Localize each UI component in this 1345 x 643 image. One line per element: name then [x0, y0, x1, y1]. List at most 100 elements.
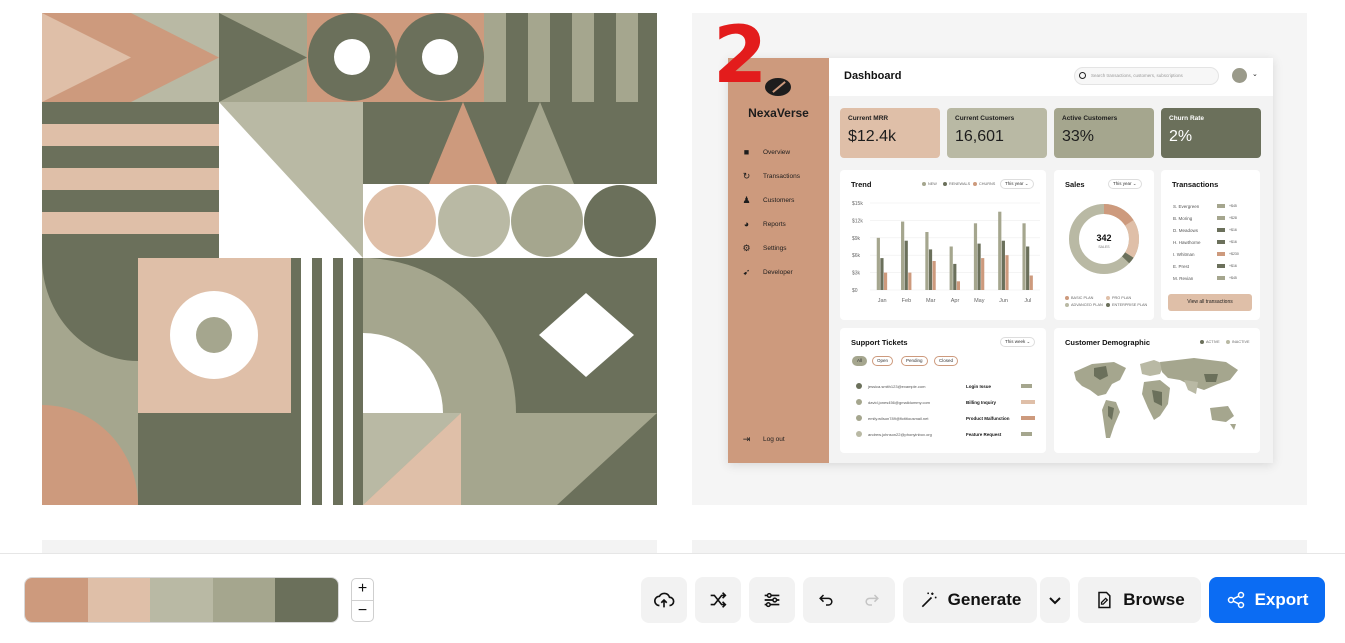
sidebar-item-transactions: ↻ Transactions: [742, 164, 800, 188]
trend-panel: Trend NEW RENEWALS CHURNS This year ⌄ $1…: [840, 170, 1046, 320]
chevron-down-icon: ⌄: [1252, 71, 1258, 78]
bar-churns-mar: [932, 261, 936, 290]
generate-label: Generate: [947, 590, 1022, 609]
app: NexaVerse ■ Overview ↻ Transactions ♟ Cu…: [0, 0, 1345, 643]
table-row: emily.wilson789@fictitiousmail.net Produc…: [856, 410, 1036, 426]
kpi-card-mrr: Current MRR $12.4k: [840, 108, 940, 158]
undo-icon: [819, 594, 833, 606]
refresh-icon: ↻: [742, 170, 751, 181]
list-item: M. Revian +$45: [1173, 275, 1237, 281]
transactions-list: S. Evergreen +$45 B. Moring +$28 D. Meadow…: [1173, 200, 1253, 284]
browse-button[interactable]: Browse: [1078, 577, 1201, 623]
customer-demographic-panel: Customer Demographic ACTIVE INACTIVE: [1054, 328, 1260, 453]
y-tick-label: $15k: [852, 201, 863, 207]
generate-button[interactable]: Generate: [903, 577, 1037, 623]
sidebar-item-developer: ➹ Developer: [742, 260, 800, 284]
palette-swatch[interactable]: [87, 578, 151, 622]
kpi-card-churn: Churn Rate 2%: [1161, 108, 1261, 158]
legend-inactive: INACTIVE: [1226, 340, 1250, 344]
x-tick-label: Jan: [878, 298, 887, 304]
export-label: Export: [1254, 590, 1309, 609]
sales-panel: Sales This year ⌄ 342 SALES BASIC PLAN P…: [1054, 170, 1154, 320]
dashboard-preview-card[interactable]: NexaVerse ■ Overview ↻ Transactions ♟ Cu…: [692, 13, 1307, 505]
color-palette[interactable]: [24, 577, 339, 623]
bar-renewals-may: [977, 243, 981, 290]
toolbar-divider: [0, 553, 1345, 554]
shuffle-button[interactable]: [695, 577, 741, 623]
upload-button[interactable]: [641, 577, 687, 623]
adjust-button[interactable]: [749, 577, 795, 623]
dashboard-sidebar: NexaVerse ■ Overview ↻ Transactions ♟ Cu…: [728, 58, 829, 463]
support-tickets-panel: Support Tickets This week ⌄ All Open Pen…: [840, 328, 1046, 453]
palette-swatch[interactable]: [150, 578, 213, 622]
list-item: I. Whitman +$230: [1173, 251, 1239, 257]
people-icon: ♟: [742, 194, 751, 205]
legend-basic-plan: BASIC PLAN: [1065, 296, 1093, 300]
search-icon: [1079, 72, 1086, 79]
bar-renewals-jun: [1001, 240, 1005, 290]
redo-icon: [865, 594, 879, 606]
sidebar-item-label: Customers: [763, 196, 795, 204]
x-tick-label: Mar: [926, 298, 936, 304]
tickets-tab-open: Open: [872, 356, 894, 366]
sidebar-item-label: Reports: [763, 220, 786, 228]
view-all-transactions-button: View all transactions: [1168, 294, 1252, 311]
kpi-value: 16,601: [955, 128, 1004, 145]
kpi-value: 2%: [1169, 128, 1193, 145]
y-tick-label: $9k: [852, 236, 861, 242]
kpi-label: Current MRR: [848, 115, 889, 122]
export-button[interactable]: Export: [1209, 577, 1325, 623]
y-tick-label: $0: [852, 288, 858, 294]
bar-renewals-jan: [880, 258, 884, 290]
bar-new-mar: [925, 232, 929, 290]
zoom-in-button[interactable]: +: [352, 579, 373, 600]
avatar: [1232, 68, 1247, 83]
legend-churns: CHURNS: [973, 182, 995, 186]
palette-swatch[interactable]: [212, 578, 276, 622]
sidebar-item-label: Overview: [763, 148, 791, 156]
sales-total-label: SALES: [1098, 245, 1110, 249]
sidebar-item-settings: ⚙ Settings: [742, 236, 800, 260]
x-tick-label: May: [974, 298, 985, 304]
tickets-tab-pending: Pending: [901, 356, 928, 366]
sidebar-item-reports: ◕ Reports: [742, 212, 800, 236]
legend-renewals: RENEWALS: [943, 182, 970, 186]
x-tick-label: Feb: [902, 298, 911, 304]
bar-new-jul: [1022, 223, 1026, 290]
palette-swatch[interactable]: [275, 578, 338, 622]
trend-filter: This year ⌄: [1000, 179, 1034, 189]
generate-options-button[interactable]: [1040, 577, 1070, 623]
undo-button[interactable]: [803, 577, 849, 623]
tickets-tab-closed: Closed: [934, 356, 959, 366]
bar-new-jan: [876, 237, 880, 290]
bar-new-may: [973, 223, 978, 290]
trend-bar-chart: $15k $12k $9k $6k $3k $0 Jan Feb Mar Apr May Jun Jul: [852, 201, 1040, 304]
palette-swatch[interactable]: [25, 578, 88, 622]
bar-renewals-jul: [1026, 246, 1030, 290]
bar-churns-may: [981, 258, 985, 290]
kpi-card-customers: Current Customers 16,601: [947, 108, 1047, 158]
sales-filter: This year ⌄: [1108, 179, 1142, 189]
kpi-label: Current Customers: [955, 115, 1015, 122]
zoom-out-button[interactable]: −: [352, 601, 373, 622]
next-preview-card-left[interactable]: [42, 540, 657, 554]
bar-churns-jul: [1029, 275, 1033, 290]
dashboard-topbar: Dashboard Search transactions, customers…: [829, 58, 1273, 96]
demographic-title: Customer Demographic: [1065, 338, 1151, 347]
sliders-icon: [764, 592, 780, 608]
next-preview-card-right[interactable]: [692, 540, 1307, 554]
tickets-list: jessica.smith123@example.com Login Issue …: [856, 378, 1036, 442]
bar-churns-feb: [908, 272, 912, 290]
y-tick-label: $6k: [852, 253, 861, 259]
transactions-title: Transactions: [1172, 180, 1219, 189]
logout-link: ⇥ Log out: [742, 435, 785, 444]
redo-button[interactable]: [849, 577, 895, 623]
y-tick-label: $12k: [852, 218, 863, 224]
table-row: jessica.smith123@example.com Login Issue: [856, 378, 1036, 394]
browse-document-icon: [1098, 591, 1111, 609]
geometric-pattern-artwork: [42, 13, 657, 505]
pattern-preview-card[interactable]: [42, 13, 657, 505]
kpi-value: 33%: [1062, 128, 1095, 145]
pie-icon: ◕: [743, 218, 750, 229]
sidebar-item-overview: ■ Overview: [742, 140, 800, 164]
